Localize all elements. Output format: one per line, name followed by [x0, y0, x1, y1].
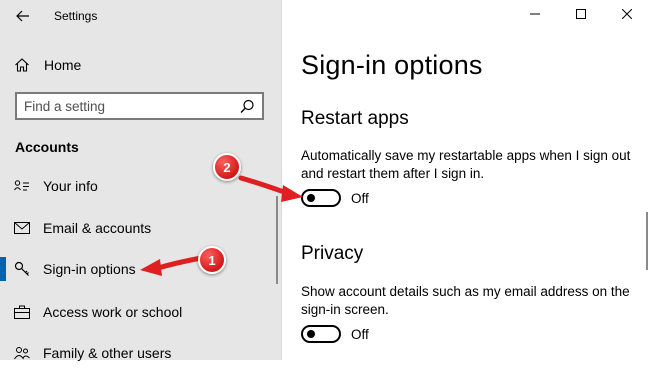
sidebar-item-label: Access work or school: [43, 304, 183, 320]
main-scrollbar[interactable]: [646, 212, 648, 270]
key-icon: [14, 261, 30, 277]
briefcase-icon: [14, 304, 30, 320]
sidebar-item-label: Email & accounts: [43, 220, 152, 236]
window-controls: [512, 0, 650, 30]
privacy-toggle-state: Off: [351, 326, 369, 342]
back-arrow-icon: [15, 8, 31, 24]
privacy-description: Show account details such as my email ad…: [301, 284, 630, 317]
restart-apps-toggle-state: Off: [351, 190, 369, 206]
minimize-button[interactable]: [512, 0, 558, 30]
privacy-toggle-row: Off: [301, 325, 369, 343]
toggle-knob: [307, 194, 315, 202]
minimize-icon: [530, 6, 540, 24]
annotation-arrowhead-2: [281, 185, 303, 202]
pane-divider: [281, 0, 282, 360]
section-heading-privacy: Privacy: [301, 243, 364, 264]
sidebar-item-access-work-school[interactable]: Access work or school: [0, 292, 275, 332]
sidebar-item-label: Sign-in options: [43, 261, 136, 277]
mail-icon: [14, 220, 30, 236]
maximize-icon: [576, 6, 586, 24]
annotation-badge-1: 1: [198, 246, 226, 274]
restart-apps-toggle[interactable]: [301, 189, 341, 207]
maximize-button[interactable]: [558, 0, 604, 30]
restart-apps-description: Automatically save my restartable apps w…: [301, 148, 631, 181]
person-card-icon: [14, 178, 30, 194]
sidebar-item-sign-in-options[interactable]: Sign-in options: [0, 249, 275, 289]
search-input[interactable]: [17, 97, 239, 115]
sidebar-item-label: Your info: [43, 178, 98, 194]
restart-apps-toggle-row: Off: [301, 189, 369, 207]
section-heading-restart-apps: Restart apps: [301, 108, 409, 129]
home-label: Home: [44, 57, 82, 73]
privacy-toggle[interactable]: [301, 325, 341, 343]
home-icon: [14, 57, 30, 73]
search-icon[interactable]: [239, 98, 255, 114]
app-title: Settings: [54, 9, 98, 23]
close-icon: [621, 6, 633, 24]
sidebar-item-family-other-users[interactable]: Family & other users: [0, 333, 275, 373]
titlebar-left: Settings: [0, 0, 281, 32]
sidebar-scrollbar[interactable]: [276, 196, 278, 284]
toggle-knob: [307, 330, 315, 338]
selected-accent-bar: [0, 257, 6, 281]
sidebar-item-label: Family & other users: [43, 345, 172, 361]
people-icon: [14, 345, 30, 361]
search-box[interactable]: [15, 92, 264, 120]
sidebar: Settings Home Accounts Your info Email &…: [0, 0, 281, 361]
close-button[interactable]: [604, 0, 650, 30]
home-nav-item[interactable]: Home: [14, 52, 264, 78]
page-title: Sign-in options: [301, 50, 483, 80]
section-label-accounts: Accounts: [15, 139, 79, 155]
sidebar-item-email-accounts[interactable]: Email & accounts: [0, 208, 275, 248]
back-button[interactable]: [10, 3, 36, 29]
annotation-badge-2: 2: [213, 153, 241, 181]
